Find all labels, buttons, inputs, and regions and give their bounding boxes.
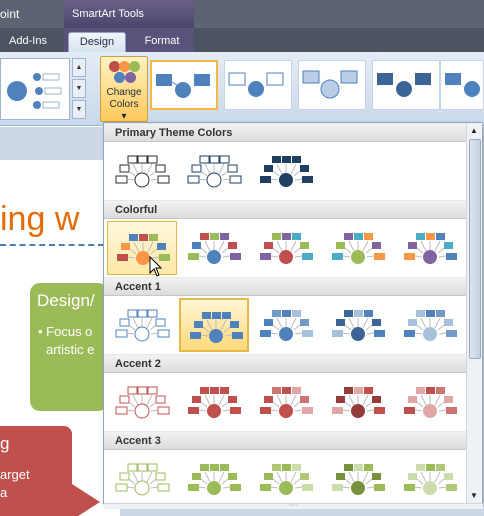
cycle-diagram-icon (188, 387, 241, 418)
color-option-primary-theme-colors-1[interactable] (107, 144, 177, 198)
cycle-diagram-icon (332, 464, 385, 495)
change-colors-dropdown: Primary Theme Colors Colorful Accent 1 A… (103, 122, 483, 509)
color-option-colorful-4[interactable] (323, 221, 393, 275)
scroll-down-icon[interactable]: ▼ (470, 491, 478, 500)
section-header: Accent 3 (104, 431, 466, 450)
color-option-accent-1-4[interactable] (323, 298, 393, 352)
mouse-pointer-icon (149, 256, 163, 277)
cycle-diagram-icon (115, 155, 170, 188)
smartart-style-3[interactable] (298, 60, 366, 110)
title-underline (0, 244, 104, 246)
smartart-style-1[interactable] (150, 60, 218, 110)
color-option-accent-1-5[interactable] (395, 298, 465, 352)
cycle-diagram-icon (260, 310, 313, 341)
cycle-diagram-icon (404, 387, 457, 418)
color-option-colorful-1[interactable] (107, 221, 177, 275)
app-title-fragment: oint (0, 7, 20, 21)
cycle-diagram-icon (115, 309, 170, 342)
color-option-accent-2-5[interactable] (395, 375, 465, 429)
cycle-diagram-icon (332, 310, 385, 341)
section-header: Primary Theme Colors (104, 123, 466, 142)
scroll-up-icon[interactable]: ▲ (470, 126, 478, 135)
resize-grip[interactable]: ···· (104, 502, 483, 509)
red-arrow-shape (72, 484, 100, 516)
color-option-accent-3-4[interactable] (323, 452, 393, 503)
smartart-style-2[interactable] (224, 60, 292, 110)
color-option-colorful-5[interactable] (395, 221, 465, 275)
color-option-accent-2-2[interactable] (179, 375, 249, 429)
cycle-diagram-icon (404, 464, 457, 495)
more-icon[interactable]: ▼ (72, 100, 86, 119)
green-shape-heading: Design/ (37, 291, 95, 310)
cycle-diagram-icon (188, 233, 241, 264)
ribbon: ▲ ▼ ▼ Change Colors ▾ (0, 52, 484, 126)
color-circles-icon (109, 61, 140, 87)
color-option-primary-theme-colors-3[interactable] (251, 144, 321, 198)
scrollbar-thumb[interactable] (469, 139, 481, 359)
smartart-style-4[interactable] (372, 60, 440, 110)
color-option-accent-3-5[interactable] (395, 452, 465, 503)
color-option-accent-1-3[interactable] (251, 298, 321, 352)
color-option-accent-2-4[interactable] (323, 375, 393, 429)
cycle-diagram-icon (188, 464, 241, 495)
color-option-accent-1-2[interactable] (179, 298, 249, 352)
ribbon-tab-row: Add-Ins Design Format (0, 28, 484, 52)
cycle-diagram-icon (404, 233, 457, 264)
cycle-diagram-icon (117, 234, 170, 265)
green-shape-body: • Focus o artistic e (38, 324, 95, 357)
contextual-tab-group-label: SmartArt Tools (64, 0, 194, 28)
gallery-scrollbar[interactable]: ▲ ▼ (466, 123, 482, 503)
cycle-diagram-icon (260, 387, 313, 418)
layout-thumbnail-icon (7, 73, 62, 109)
cycle-diagram-icon (187, 155, 242, 188)
color-gallery: Primary Theme Colors Colorful Accent 1 A… (104, 123, 466, 503)
scroll-up-icon[interactable]: ▲ (72, 58, 86, 77)
slide-title[interactable]: ing w (0, 200, 79, 239)
cycle-diagram-icon (404, 310, 457, 341)
color-option-accent-3-3[interactable] (251, 452, 321, 503)
color-option-accent-3-1[interactable] (107, 452, 177, 503)
cycle-diagram-icon (260, 233, 313, 264)
tab-add-ins[interactable]: Add-Ins (4, 32, 52, 52)
title-bar: oint SmartArt Tools (0, 0, 484, 28)
cycle-diagram-icon (260, 156, 313, 187)
color-option-accent-2-1[interactable] (107, 375, 177, 429)
red-shape-heading: g (0, 434, 10, 453)
color-option-accent-2-3[interactable] (251, 375, 321, 429)
green-shape[interactable]: Design/ • Focus o artistic e (30, 283, 108, 411)
scroll-down-icon[interactable]: ▼ (72, 79, 86, 98)
smartart-style-5[interactable] (440, 60, 484, 110)
cycle-diagram-icon (115, 386, 170, 419)
cycle-diagram-icon (260, 464, 313, 495)
layouts-scroll: ▲ ▼ ▼ (72, 58, 88, 120)
color-option-colorful-3[interactable] (251, 221, 321, 275)
red-shape[interactable]: g arget a (0, 426, 72, 516)
color-option-primary-theme-colors-2[interactable] (179, 144, 249, 198)
change-colors-button[interactable]: Change Colors ▾ (100, 56, 148, 122)
color-option-accent-3-2[interactable] (179, 452, 249, 503)
change-colors-label-1: Change (106, 87, 142, 98)
layouts-gallery[interactable] (0, 58, 70, 120)
color-option-accent-1-1[interactable] (107, 298, 177, 352)
color-option-colorful-2[interactable] (179, 221, 249, 275)
section-header: Accent 2 (104, 354, 466, 373)
cycle-diagram-icon (332, 233, 385, 264)
cycle-diagram-icon (190, 312, 243, 343)
tab-design[interactable]: Design (68, 32, 126, 52)
cycle-diagram-icon (332, 387, 385, 418)
red-shape-body: arget a (0, 467, 30, 500)
change-colors-label-2: Colors (109, 99, 139, 110)
section-header: Accent 1 (104, 277, 466, 296)
section-header: Colorful (104, 200, 466, 219)
cycle-diagram-icon (115, 463, 170, 496)
tab-format[interactable]: Format (134, 32, 190, 52)
